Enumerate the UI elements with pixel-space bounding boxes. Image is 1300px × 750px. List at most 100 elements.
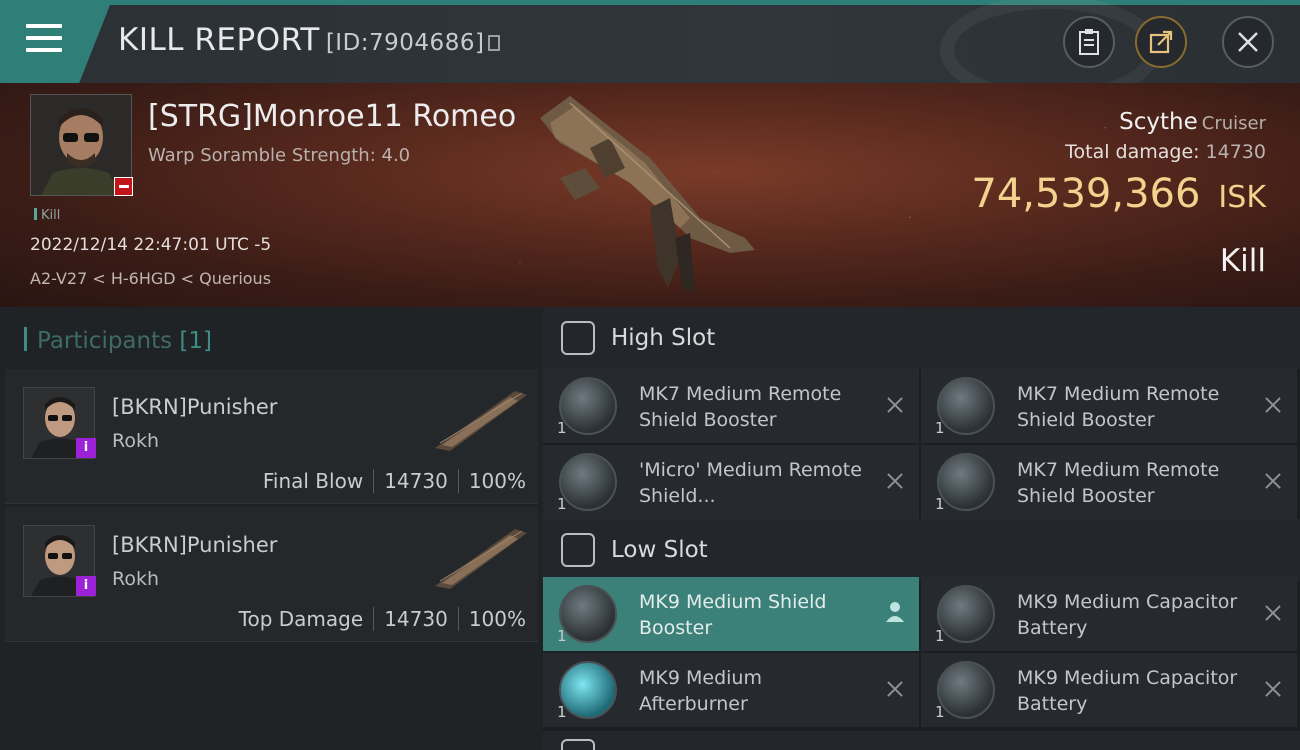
participant-role: Top Damage bbox=[238, 607, 364, 631]
participants-panel: Participants [1] i [BKRN]Punisher Rokh F… bbox=[0, 307, 543, 750]
module-name: MK9 Medium Shield Booster bbox=[639, 591, 827, 639]
shield-booster-icon bbox=[937, 453, 995, 511]
participant-stats: Top Damage 14730 100% bbox=[239, 607, 526, 631]
kill-tag-label: Kill bbox=[41, 208, 61, 223]
participant-role: Final Blow bbox=[262, 469, 364, 493]
high-slot-header: High Slot bbox=[543, 307, 1300, 369]
close-icon[interactable] bbox=[1263, 603, 1283, 623]
clipboard-icon bbox=[1079, 29, 1099, 55]
clipboard-button[interactable] bbox=[1063, 16, 1115, 68]
low-slot-header: Low Slot bbox=[543, 519, 1300, 581]
victim-ship[interactable]: Scythe Cruiser bbox=[1119, 109, 1266, 135]
module-item[interactable]: 1 MK7 Medium Remote Shield Booster bbox=[921, 369, 1297, 443]
victim-banner: [STRG]Monroe11 Romeo Warp Soramble Stren… bbox=[0, 83, 1300, 307]
participant-row[interactable]: i [BKRN]Punisher Rokh Final Blow 14730 100… bbox=[5, 369, 538, 504]
hamburger-menu-icon[interactable] bbox=[26, 24, 62, 54]
afterburner-icon bbox=[559, 661, 617, 719]
participants-label: Participants bbox=[37, 328, 173, 354]
shield-booster-icon bbox=[559, 377, 617, 435]
next-slot-header bbox=[543, 731, 1300, 750]
module-item[interactable]: 1 MK9 Medium Afterburner bbox=[543, 653, 919, 727]
shield-booster-icon bbox=[559, 585, 617, 643]
person-icon[interactable] bbox=[885, 601, 905, 623]
isk-amount: 74,539,366 bbox=[971, 171, 1201, 217]
low-slot-title: Low Slot bbox=[611, 537, 708, 563]
page-title: KILL REPORT [ID:7904686] bbox=[118, 22, 501, 58]
ship-name: Scythe bbox=[1119, 109, 1198, 135]
module-item[interactable]: 1 'Micro' Medium Remote Shield... bbox=[543, 445, 919, 519]
close-icon[interactable] bbox=[885, 471, 905, 491]
module-quantity: 1 bbox=[935, 627, 945, 645]
module-name: MK9 Medium Afterburner bbox=[639, 667, 762, 715]
low-slot-icon bbox=[561, 533, 595, 567]
total-damage: Total damage: 14730 bbox=[1065, 141, 1266, 163]
participant-stats: Final Blow 14730 100% bbox=[263, 469, 526, 493]
victim-name[interactable]: [STRG]Monroe11 Romeo bbox=[148, 99, 516, 134]
hostile-status-badge bbox=[114, 177, 133, 196]
isk-unit: ISK bbox=[1218, 180, 1266, 215]
shield-booster-icon bbox=[937, 377, 995, 435]
close-icon bbox=[1238, 32, 1258, 52]
info-badge[interactable]: i bbox=[76, 576, 96, 596]
module-quantity: 1 bbox=[935, 495, 945, 513]
kill-datetime: 2022/12/14 22:47:01 UTC -5 bbox=[30, 235, 272, 255]
participant-ship-image bbox=[435, 391, 527, 451]
slot-icon bbox=[561, 739, 595, 750]
close-icon[interactable] bbox=[1263, 395, 1283, 415]
participant-damage: 14730 bbox=[384, 607, 448, 631]
participant-name[interactable]: [BKRN]Punisher bbox=[112, 533, 277, 557]
close-icon[interactable] bbox=[885, 679, 905, 699]
module-item[interactable]: 1 MK9 Medium Capacitor Battery bbox=[921, 653, 1297, 727]
module-quantity: 1 bbox=[935, 419, 945, 437]
close-button[interactable] bbox=[1222, 16, 1274, 68]
warp-scramble-strength: Warp Soramble Strength: 4.0 bbox=[148, 145, 411, 166]
close-icon[interactable] bbox=[1263, 471, 1283, 491]
share-icon bbox=[1149, 30, 1173, 54]
module-quantity: 1 bbox=[935, 703, 945, 721]
high-slot-icon bbox=[561, 321, 595, 355]
module-quantity: 1 bbox=[557, 703, 567, 721]
module-quantity: 1 bbox=[557, 419, 567, 437]
module-name: MK7 Medium Remote Shield Booster bbox=[1017, 383, 1220, 431]
participant-ship: Rokh bbox=[112, 430, 160, 452]
kill-tag: Kill bbox=[34, 208, 60, 223]
shield-booster-icon bbox=[559, 453, 617, 511]
kill-result: Kill bbox=[1219, 243, 1266, 279]
total-damage-value: 14730 bbox=[1205, 141, 1266, 163]
module-quantity: 1 bbox=[557, 495, 567, 513]
module-name: MK7 Medium Remote Shield Booster bbox=[1017, 459, 1220, 507]
copy-icon[interactable] bbox=[488, 35, 501, 51]
close-icon[interactable] bbox=[1263, 679, 1283, 699]
participants-count: [1] bbox=[179, 328, 213, 354]
participant-percent: 100% bbox=[468, 607, 526, 631]
kill-location[interactable]: A2-V27 < H-6HGD < Querious bbox=[30, 269, 271, 288]
participant-name[interactable]: [BKRN]Punisher bbox=[112, 395, 277, 419]
victim-ship-image bbox=[540, 96, 755, 293]
participant-ship-image bbox=[435, 529, 527, 589]
module-quantity: 1 bbox=[557, 627, 567, 645]
module-name: MK9 Medium Capacitor Battery bbox=[1017, 667, 1238, 715]
module-name: 'Micro' Medium Remote Shield... bbox=[639, 459, 862, 507]
isk-value: 74,539,366 ISK bbox=[971, 171, 1266, 217]
page-title-text: KILL REPORT bbox=[118, 22, 320, 58]
module-item[interactable]: 1 MK7 Medium Remote Shield Booster bbox=[921, 445, 1297, 519]
close-icon[interactable] bbox=[885, 395, 905, 415]
ship-class: Cruiser bbox=[1201, 113, 1266, 134]
module-item[interactable]: 1 MK7 Medium Remote Shield Booster bbox=[543, 369, 919, 443]
participant-damage: 14730 bbox=[384, 469, 448, 493]
fitting-panel: High Slot 1 MK7 Medium Remote Shield Boo… bbox=[543, 307, 1300, 750]
total-damage-label: Total damage: bbox=[1065, 141, 1200, 163]
module-name: MK9 Medium Capacitor Battery bbox=[1017, 591, 1238, 639]
share-button[interactable] bbox=[1135, 16, 1187, 68]
module-item[interactable]: 1 MK9 Medium Capacitor Battery bbox=[921, 577, 1297, 651]
capacitor-battery-icon bbox=[937, 585, 995, 643]
participant-row[interactable]: i [BKRN]Punisher Rokh Top Damage 14730 100… bbox=[5, 507, 538, 642]
participant-percent: 100% bbox=[468, 469, 526, 493]
module-item[interactable]: 1 MK9 Medium Shield Booster bbox=[543, 577, 919, 651]
report-id: [ID:7904686] bbox=[325, 30, 485, 56]
high-slot-title: High Slot bbox=[611, 325, 716, 351]
info-badge[interactable]: i bbox=[76, 438, 96, 458]
module-name: MK7 Medium Remote Shield Booster bbox=[639, 383, 842, 431]
participants-header: Participants [1] bbox=[24, 327, 212, 354]
participant-ship: Rokh bbox=[112, 568, 160, 590]
